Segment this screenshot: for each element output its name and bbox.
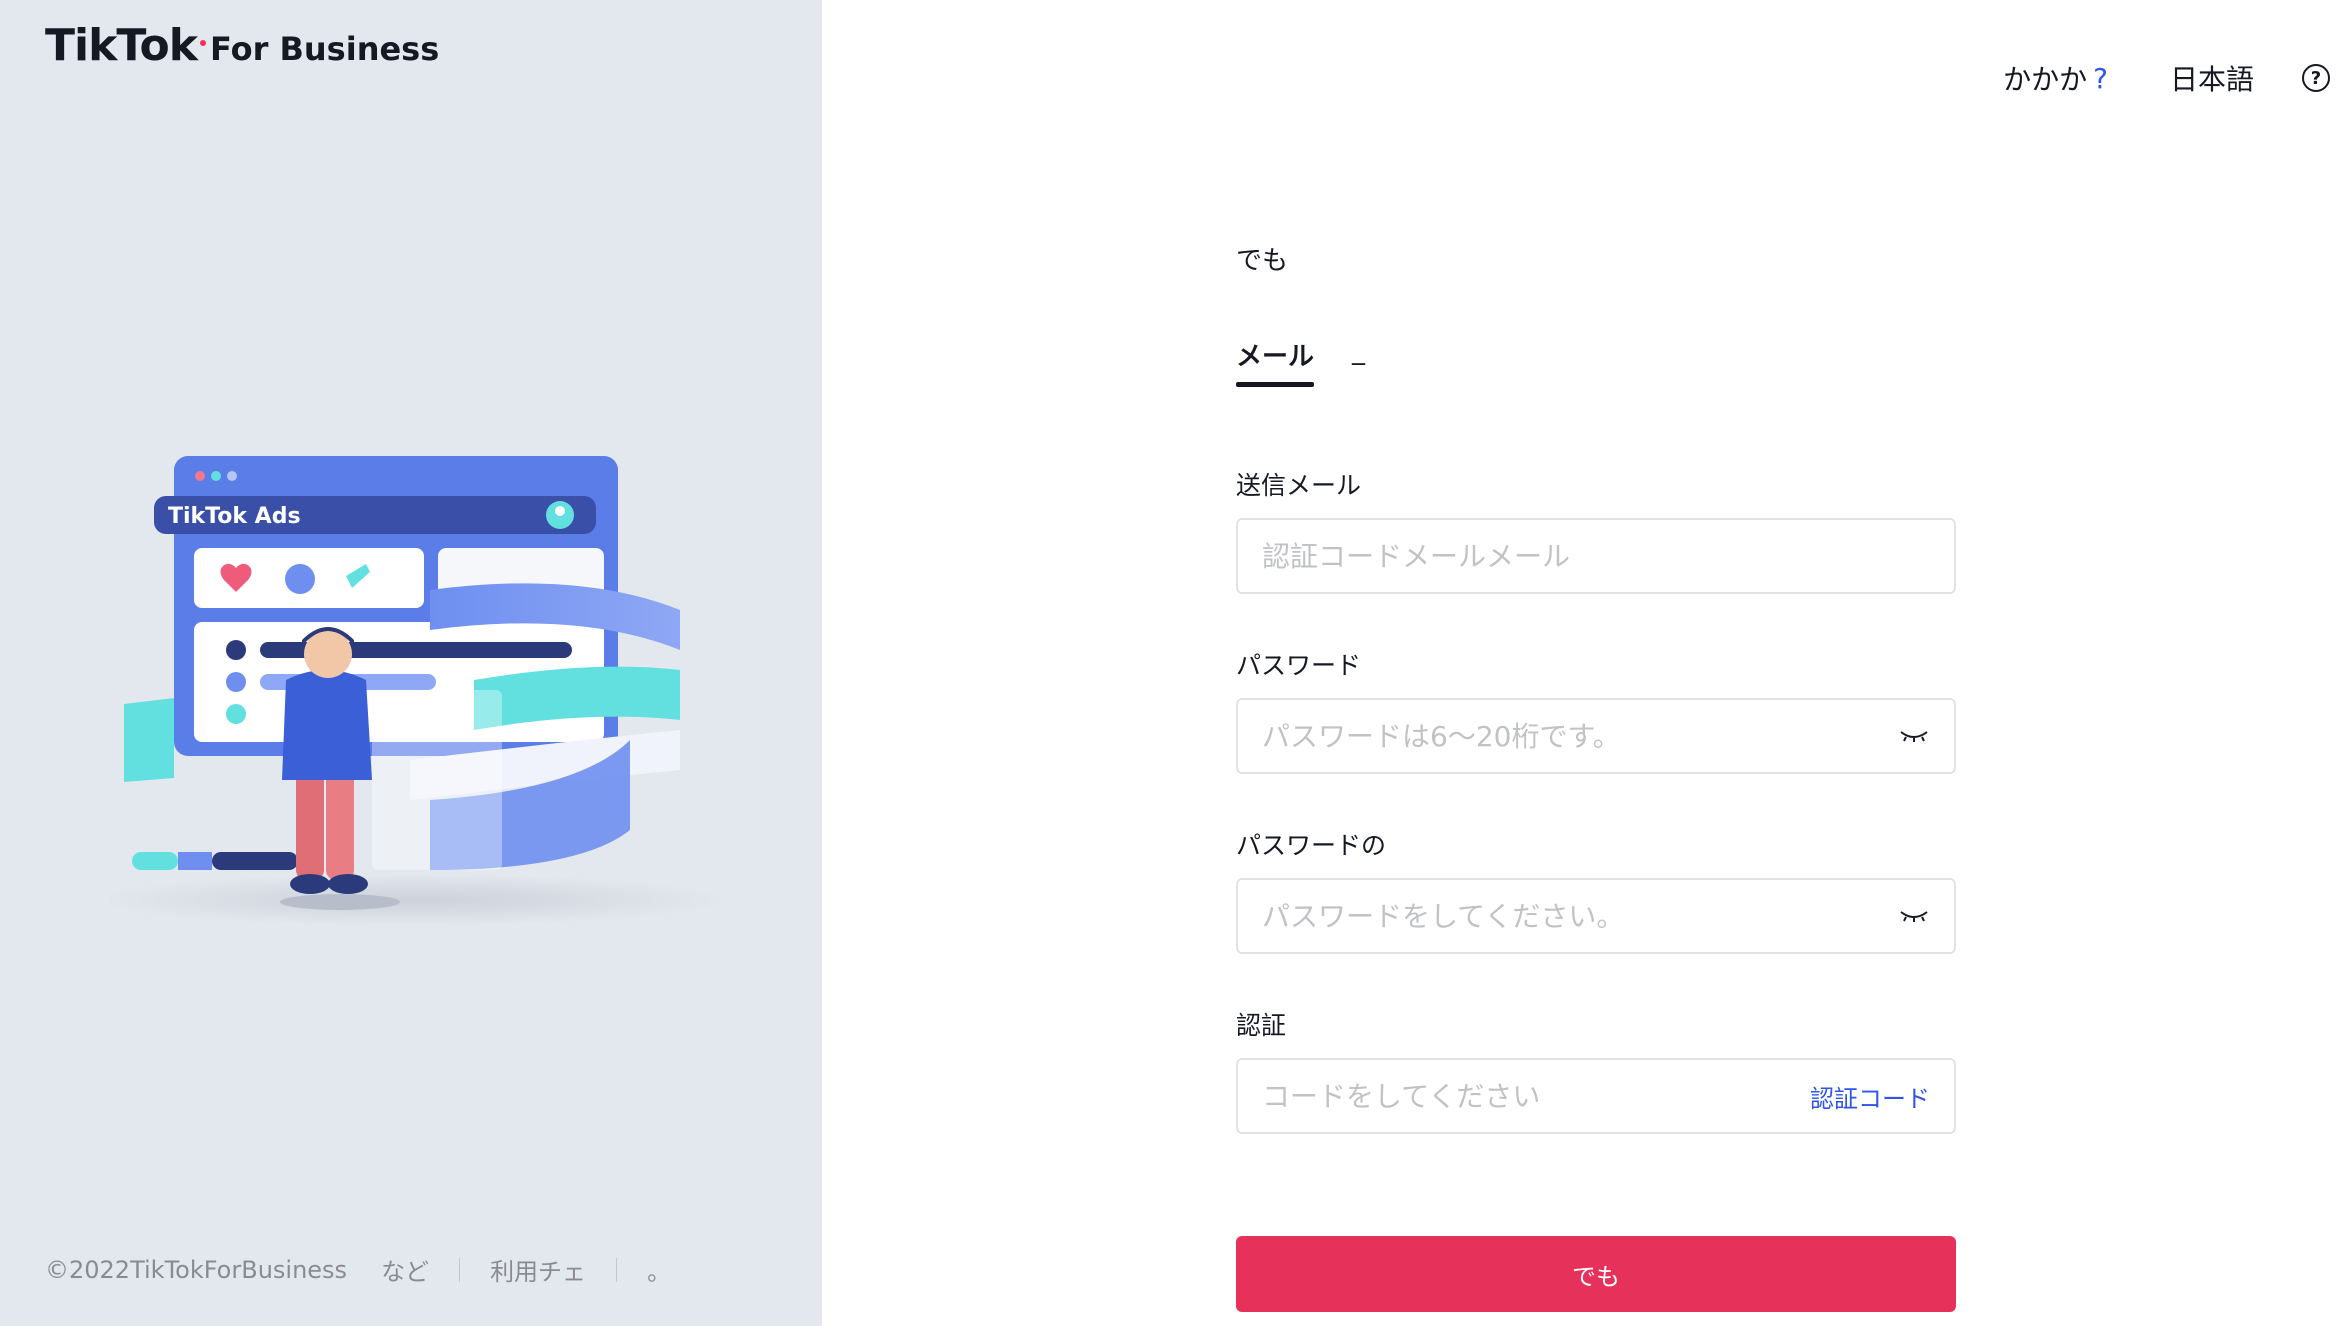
send-code-button[interactable]: 認証コード: [1810, 1079, 1930, 1114]
confirm-password-label: パスワードの: [1236, 831, 1387, 860]
logo-for-business-text: For Business: [210, 30, 440, 68]
copyright-text: ©2022TikTokForBusiness: [45, 1255, 348, 1284]
help-link[interactable]: かかか ?: [2003, 58, 2108, 98]
illustration-window-title: TikTok Ads: [168, 504, 301, 529]
footer-link-2[interactable]: 利用チェ: [490, 1252, 586, 1287]
verification-label: 認証: [1236, 1011, 1287, 1040]
email-field[interactable]: [1262, 539, 1930, 573]
logo-dot: [200, 40, 207, 46]
tab-phone[interactable]: _: [1352, 336, 1365, 387]
verification-code-field[interactable]: [1262, 1079, 1810, 1113]
top-right-nav: かかか ? 日本語 ?: [2003, 58, 2330, 98]
footer-divider: [459, 1257, 461, 1282]
confirm-password-field[interactable]: [1262, 899, 1898, 933]
footer-link-1[interactable]: など: [381, 1252, 429, 1287]
logo-tiktok-text: TikTok: [45, 20, 198, 71]
email-field-box: [1236, 518, 1956, 594]
password-field-box: [1236, 698, 1956, 774]
signup-tabs: メール _: [1236, 336, 1365, 387]
email-label: 送信メール: [1236, 471, 1362, 500]
help-link-mark: ?: [2093, 61, 2108, 95]
tiktok-ads-illustration: TikTok Ads: [110, 456, 730, 926]
footer-link-3[interactable]: 。: [647, 1252, 671, 1287]
verification-field-box: 認証コード: [1236, 1058, 1956, 1134]
tab-email[interactable]: メール: [1236, 336, 1315, 387]
form-title: でも: [1236, 246, 1289, 276]
left-footer: ©2022TikTokForBusiness など 利用チェ 。: [45, 1252, 671, 1287]
eye-closed-icon[interactable]: [1898, 726, 1930, 746]
eye-closed-icon[interactable]: [1898, 906, 1930, 926]
tiktok-for-business-logo[interactable]: TikTok For Business: [45, 20, 439, 71]
submit-button[interactable]: でも: [1236, 1236, 1956, 1312]
help-link-text: かかか: [2003, 63, 2088, 96]
password-label: パスワード: [1236, 651, 1362, 680]
language-selector[interactable]: 日本語: [2170, 58, 2254, 98]
question-circle-icon[interactable]: ?: [2302, 64, 2330, 92]
footer-divider: [616, 1257, 618, 1282]
password-field[interactable]: [1262, 719, 1898, 753]
confirm-password-field-box: [1236, 878, 1956, 954]
left-panel: TikTok For Business TikTok Ads ©2022TikT…: [0, 0, 822, 1326]
